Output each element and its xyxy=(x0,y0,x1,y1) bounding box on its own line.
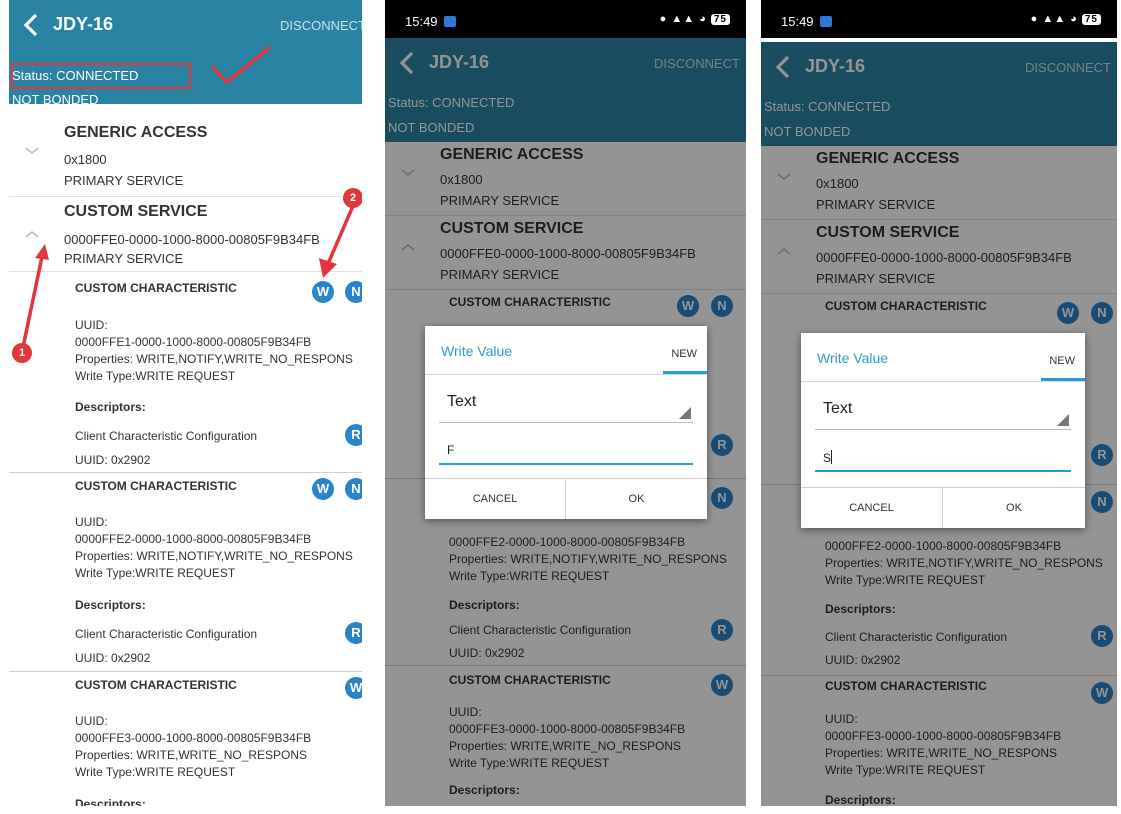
battery-icon: 75 xyxy=(1081,14,1101,25)
service-name: CUSTOM SERVICE xyxy=(64,203,208,220)
value-type-select[interactable]: Text xyxy=(439,390,693,423)
notify-badge-icon[interactable]: N xyxy=(345,478,362,500)
descriptors-label: Descriptors: xyxy=(75,797,146,806)
characteristic-name: CUSTOM CHARACTERISTIC xyxy=(75,479,237,493)
descriptor-uuid: UUID: 0x2902 xyxy=(75,651,151,665)
value-input-text: S xyxy=(823,450,833,465)
device-title: JDY-16 xyxy=(53,14,114,34)
uuid-label: UUID: xyxy=(75,515,108,529)
disconnect-button[interactable]: DISCONNECT xyxy=(280,18,362,33)
arrow-annotation-icon xyxy=(20,244,49,353)
status-highlight-box xyxy=(11,63,191,89)
service-type: PRIMARY SERVICE xyxy=(64,251,184,266)
tab-new[interactable]: NEW xyxy=(671,348,697,360)
write-value-dialog: Write Value NEW Text F CANCEL OK xyxy=(425,326,707,519)
characteristic-properties: Properties: WRITE,NOTIFY,WRITE_NO_RESPON… xyxy=(75,549,353,563)
back-arrow-icon[interactable] xyxy=(19,11,45,39)
notify-badge-icon[interactable]: N xyxy=(345,281,362,303)
characteristic-write-type: Write Type:WRITE REQUEST xyxy=(75,765,236,779)
dialog-buttons: CANCEL OK xyxy=(801,487,1085,528)
wifi-icon: ◕ xyxy=(699,13,707,25)
chevron-down-icon[interactable] xyxy=(24,146,40,156)
signal-icon: ▲▲ xyxy=(671,13,696,25)
characteristic-ffe2[interactable]: CUSTOM CHARACTERISTIC W N UUID: 0000FFE2… xyxy=(9,473,362,672)
characteristic-name: CUSTOM CHARACTERISTIC xyxy=(75,678,237,692)
value-type-selected: Text xyxy=(823,400,853,417)
descriptors-label: Descriptors: xyxy=(75,400,146,414)
read-badge-icon[interactable]: R xyxy=(345,622,362,644)
dialog-divider xyxy=(801,381,1085,382)
write-badge-icon[interactable]: W xyxy=(312,478,334,500)
read-badge-icon[interactable]: R xyxy=(345,424,362,446)
service-uuid: 0x1800 xyxy=(64,152,107,167)
characteristic-uuid: 0000FFE1-0000-1000-8000-00805F9B34FB xyxy=(75,335,312,349)
bond-status: NOT BONDED xyxy=(12,92,99,107)
screenshot-1: JDY-16 DISCONNECT Status: CONNECTED NOT … xyxy=(9,0,362,806)
dialog-title: Write Value xyxy=(817,350,889,366)
step-1-marker: 1 xyxy=(12,343,32,363)
cancel-button[interactable]: CANCEL xyxy=(425,479,566,519)
status-icons: ● ▲▲ ◕ 75 xyxy=(1031,13,1101,25)
screenshot-2: 15:49 ● ▲▲ ◕ 75 JDY-16 DISCONNECT Status… xyxy=(385,0,746,806)
ok-button[interactable]: OK xyxy=(566,479,707,519)
service-type: PRIMARY SERVICE xyxy=(64,173,184,188)
uuid-label: UUID: xyxy=(75,318,108,332)
characteristic-write-type: Write Type:WRITE REQUEST xyxy=(75,369,236,383)
characteristic-uuid: 0000FFE2-0000-1000-8000-00805F9B34FB xyxy=(75,532,312,546)
characteristic-uuid: 0000FFE3-0000-1000-8000-00805F9B34FB xyxy=(75,731,312,745)
notification-icon xyxy=(819,16,832,27)
write-badge-icon[interactable]: W xyxy=(312,281,334,303)
phone-status-bar: 15:49 ● ▲▲ ◕ 75 xyxy=(761,0,1117,38)
value-type-select[interactable]: Text xyxy=(815,397,1071,430)
characteristic-write-type: Write Type:WRITE REQUEST xyxy=(75,566,236,580)
descriptor-name: Client Characteristic Configuration xyxy=(75,627,258,641)
cancel-button[interactable]: CANCEL xyxy=(801,488,943,528)
value-input[interactable]: S xyxy=(815,444,1071,472)
wifi-icon: ◕ xyxy=(1070,13,1078,25)
characteristic-ffe3[interactable]: CUSTOM CHARACTERISTIC W UUID: 0000FFE3-0… xyxy=(9,672,362,806)
app-bar: JDY-16 DISCONNECT xyxy=(9,0,362,50)
chevron-up-icon[interactable] xyxy=(24,229,40,239)
service-name: GENERIC ACCESS xyxy=(64,124,208,141)
value-input[interactable]: F xyxy=(439,437,693,465)
status-time: 15:49 xyxy=(405,14,456,29)
notification-icon xyxy=(443,16,456,27)
dropdown-triangle-icon xyxy=(679,407,691,419)
value-input-text: F xyxy=(447,443,455,457)
write-badge-icon[interactable]: W xyxy=(345,677,362,699)
dialog-title: Write Value xyxy=(441,343,513,359)
step-2-marker: 2 xyxy=(343,188,362,208)
characteristic-ffe1[interactable]: CUSTOM CHARACTERISTIC W N UUID: 0000FFE1… xyxy=(9,272,362,473)
phone-status-bar: 15:49 ● ▲▲ ◕ 75 xyxy=(385,0,746,38)
arrow-annotation-icon xyxy=(319,205,355,278)
dialog-divider xyxy=(425,374,707,375)
write-value-dialog: Write Value NEW Text S CANCEL OK xyxy=(801,333,1085,528)
status-time: 15:49 xyxy=(781,14,832,29)
descriptor-name: Client Characteristic Configuration xyxy=(75,429,258,443)
text-cursor xyxy=(831,450,833,464)
status-icons: ● ▲▲ ◕ 75 xyxy=(660,13,730,25)
alarm-icon: ● xyxy=(659,13,668,25)
signal-icon: ▲▲ xyxy=(1042,13,1067,25)
service-uuid: 0000FFE0-0000-1000-8000-00805F9B34FB xyxy=(64,232,320,247)
characteristic-properties: Properties: WRITE,NOTIFY,WRITE_NO_RESPON… xyxy=(75,352,353,366)
service-generic-access[interactable]: GENERIC ACCESS 0x1800 PRIMARY SERVICE xyxy=(9,116,362,197)
descriptor-uuid: UUID: 0x2902 xyxy=(75,453,151,467)
ok-button[interactable]: OK xyxy=(943,488,1085,528)
value-type-selected: Text xyxy=(447,393,477,410)
alarm-icon: ● xyxy=(1030,13,1039,25)
uuid-label: UUID: xyxy=(75,714,108,728)
characteristic-properties: Properties: WRITE,WRITE_NO_RESPONS xyxy=(75,748,308,762)
checkmark-annotation-icon xyxy=(211,46,271,85)
characteristic-name: CUSTOM CHARACTERISTIC xyxy=(75,281,237,295)
screenshot-3: 15:49 ● ▲▲ ◕ 75 JDY-16 DISCONNECT Status… xyxy=(761,0,1117,806)
dialog-buttons: CANCEL OK xyxy=(425,478,707,519)
descriptors-label: Descriptors: xyxy=(75,598,146,612)
battery-icon: 75 xyxy=(710,14,730,25)
tab-new[interactable]: NEW xyxy=(1049,355,1075,367)
dropdown-triangle-icon xyxy=(1057,414,1069,426)
